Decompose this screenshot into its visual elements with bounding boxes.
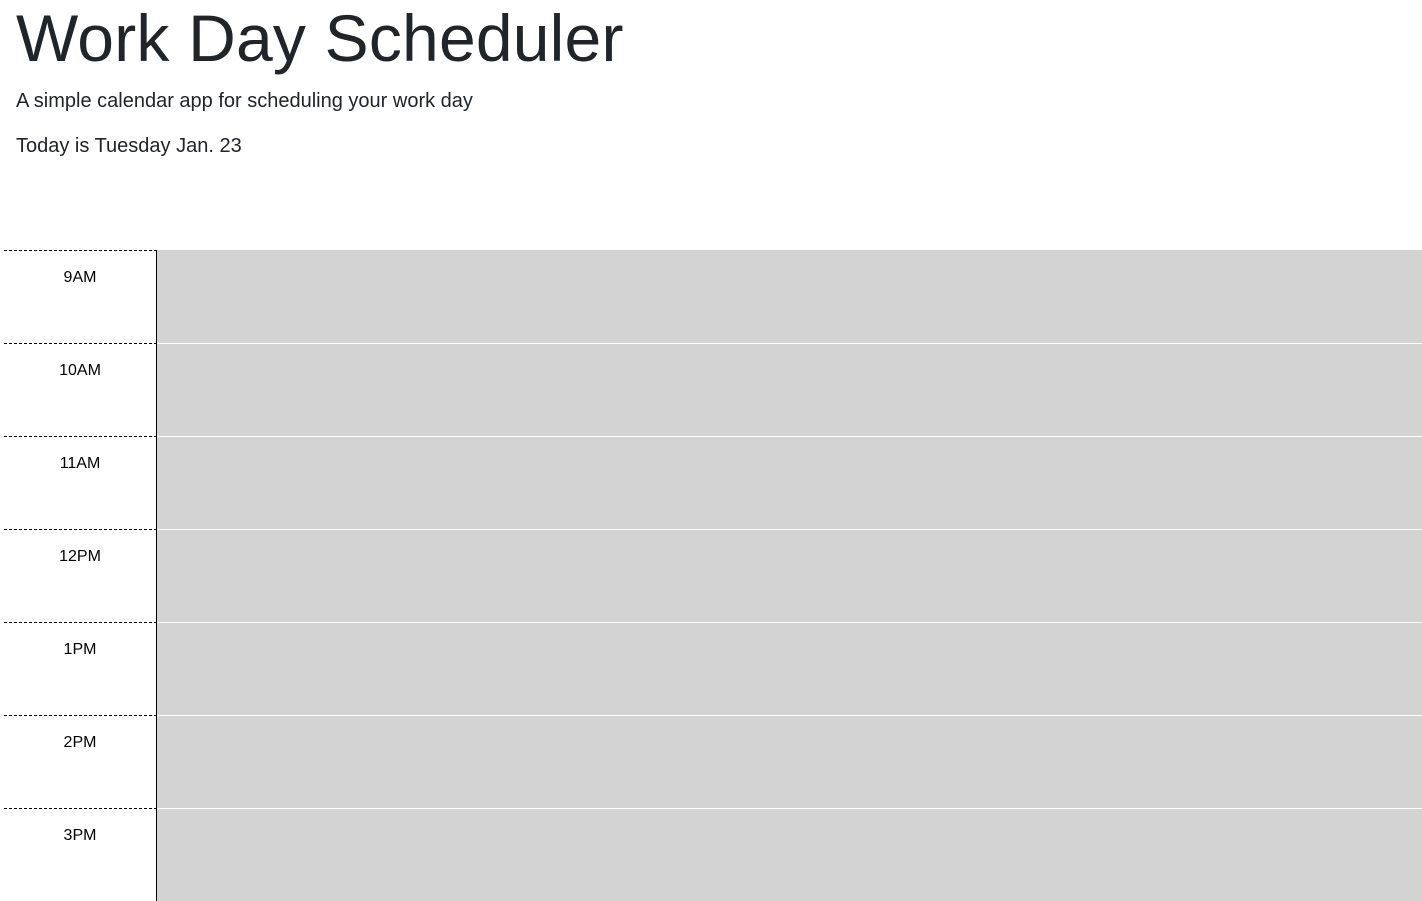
description-area[interactable] [157,529,1422,622]
hour-label: 1PM [4,622,157,715]
hour-label: 11AM [4,436,157,529]
time-block-12pm: 12PM [0,529,1422,622]
description-area[interactable] [157,343,1422,436]
current-day: Today is Tuesday Jan. 23 [16,135,242,157]
time-block-1pm: 1PM [0,622,1422,715]
page-subtitle: A simple calendar app for scheduling you… [16,90,473,112]
hour-label: 2PM [4,715,157,808]
description-area[interactable] [157,622,1422,715]
description-area[interactable] [157,808,1422,901]
description-area[interactable] [157,436,1422,529]
hour-label: 10AM [4,343,157,436]
time-block-2pm: 2PM [0,715,1422,808]
time-block-11am: 11AM [0,436,1422,529]
page-title: Work Day Scheduler [16,1,624,75]
time-block-9am: 9AM [0,250,1422,343]
schedule-container: 9AM 10AM 11AM 12PM 1PM 2PM 3PM [0,250,1422,901]
time-block-3pm: 3PM [0,808,1422,901]
hour-label: 3PM [4,808,157,901]
description-area[interactable] [157,715,1422,808]
time-block-10am: 10AM [0,343,1422,436]
description-area[interactable] [157,250,1422,343]
hour-label: 12PM [4,529,157,622]
hour-label: 9AM [4,250,157,343]
header: Work Day Scheduler A simple calendar app… [0,0,1422,250]
